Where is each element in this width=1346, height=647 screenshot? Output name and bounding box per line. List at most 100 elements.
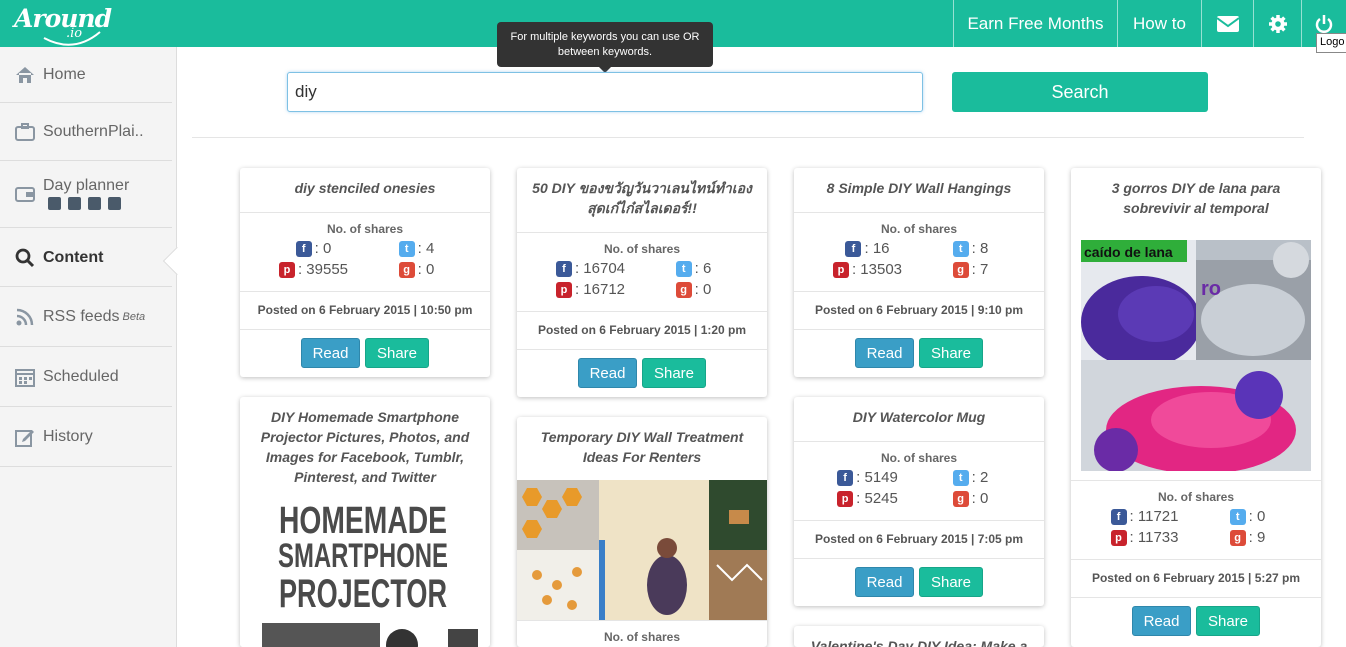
card-image[interactable] [517,480,767,620]
googleplus-icon: g [952,490,969,507]
facebook-icon[interactable] [48,197,61,210]
card-image[interactable]: HOMEMADE SMARTPHONE PROJECTOR [240,495,490,647]
share-button[interactable]: Share [365,338,429,368]
rss-icon [16,308,34,326]
read-button[interactable]: Read [1132,606,1191,636]
facebook-shares: f: 16704 [539,260,642,277]
content-card: 8 Simple DIY Wall Hangings No. of shares… [794,168,1044,377]
sidebar-item-label: SouthernPlai.. [43,123,144,140]
read-button[interactable]: Read [855,338,914,368]
gear-icon [1268,14,1287,33]
image-caption: SMARTPHONE [278,537,448,575]
card-title[interactable]: 8 Simple DIY Wall Hangings [794,168,1044,212]
twitter-icon[interactable] [68,197,81,210]
googleplus-shares: g: 7 [919,261,1022,278]
beta-badge: Beta [122,311,146,323]
card-title[interactable]: 50 DIY ของขวัญวันวาเลนไทน์ทำเอง สุดเก๋ไก… [517,168,767,232]
logo[interactable]: Around .io [14,2,112,46]
sidebar-item-label: Day planner [43,177,130,194]
edit-icon [15,430,34,447]
posted-date: Posted on 6 February 2015 | 7:05 pm [794,520,1044,558]
how-to-link[interactable]: How to [1117,0,1201,47]
search-button[interactable]: Search [952,72,1208,112]
sidebar-item-account[interactable]: SouthernPlai.. [0,104,172,161]
twitter-shares: t: 2 [919,469,1022,486]
card-title[interactable]: diy stenciled onesies [240,168,490,212]
facebook-icon: f [837,469,854,486]
share-stats: No. of shares f: 16704 t: 6 p: 16712 g: … [517,232,767,311]
content-card: Temporary DIY Wall Treatment Ideas For R… [517,417,767,647]
read-button[interactable]: Read [855,567,914,597]
image-caption: HOMEMADE [279,500,447,542]
messages-button[interactable] [1201,0,1253,47]
shares-label: No. of shares [880,222,958,236]
shares-label: No. of shares [880,451,958,465]
googleplus-icon: g [675,281,692,298]
sidebar: Home SouthernPlai.. Day planner Content … [0,47,177,647]
sidebar-item-day-planner[interactable]: Day planner [0,162,172,228]
share-stats: No. of shares [517,620,767,647]
sidebar-item-content[interactable]: Content [0,229,172,287]
googleplus-shares: g: 0 [919,490,1022,507]
home-icon [16,66,34,83]
googleplus-icon: g [952,261,969,278]
posted-date: Posted on 6 February 2015 | 1:20 pm [517,311,767,349]
twitter-shares: t: 6 [642,260,745,277]
shares-label: No. of shares [603,630,681,644]
tumblr-icon[interactable] [108,197,121,210]
facebook-icon: f [845,240,862,257]
pinterest-shares: p: 11733 [1093,529,1196,546]
facebook-shares: f: 5149 [816,469,919,486]
content-card: DIY Watercolor Mug No. of shares f: 5149… [794,397,1044,606]
earn-free-months-link[interactable]: Earn Free Months [953,0,1117,47]
pinterest-shares: p: 39555 [262,261,365,278]
share-button[interactable]: Share [642,358,706,388]
read-button[interactable]: Read [578,358,637,388]
googleplus-icon: g [1229,529,1246,546]
sidebar-item-history[interactable]: History [0,408,172,467]
search-icon [15,248,35,267]
share-button[interactable]: Share [919,338,983,368]
card-title[interactable]: Valentine's Day DIY Idea: Make a [794,626,1044,647]
share-button[interactable]: Share [1196,606,1260,636]
sidebar-item-label: RSS feeds [43,308,120,325]
card-title[interactable]: DIY Watercolor Mug [794,397,1044,441]
twitter-shares: t: 0 [1196,508,1299,525]
share-stats: No. of shares f: 0 t: 4 p: 39555 g: 0 [240,212,490,291]
twitter-icon: t [1229,508,1246,525]
shares-label: No. of shares [603,242,681,256]
card-title[interactable]: DIY Homemade Smartphone Projector Pictur… [240,397,490,495]
search-tooltip: For multiple keywords you can use OR bet… [497,22,713,73]
content-card: Valentine's Day DIY Idea: Make a [794,626,1044,647]
facebook-icon: f [1110,508,1127,525]
twitter-icon: t [952,240,969,257]
settings-button[interactable] [1253,0,1301,47]
facebook-icon: f [555,260,572,277]
card-title[interactable]: Temporary DIY Wall Treatment Ideas For R… [517,417,767,480]
card-title[interactable]: 3 gorros DIY de lana para sobrevivir al … [1071,168,1321,232]
logout-tooltip: Logo [1316,33,1346,53]
envelope-icon [1216,15,1239,32]
posted-date: Posted on 6 February 2015 | 9:10 pm [794,291,1044,329]
calendar-icon [15,369,35,387]
pinterest-icon: p [1110,529,1127,546]
power-icon [1315,14,1333,33]
sidebar-item-rss-feeds[interactable]: RSS feeds Beta [0,288,172,347]
content-card: 50 DIY ของขวัญวันวาเลนไทน์ทำเอง สุดเก๋ไก… [517,168,767,397]
pinterest-shares: p: 16712 [539,281,642,298]
facebook-icon: f [295,240,312,257]
pinterest-icon[interactable] [88,197,101,210]
share-stats: No. of shares f: 16 t: 8 p: 13503 g: 7 [794,212,1044,291]
sidebar-item-scheduled[interactable]: Scheduled [0,348,172,407]
briefcase-icon [15,123,35,141]
twitter-shares: t: 8 [919,240,1022,257]
read-button[interactable]: Read [301,338,360,368]
wallet-icon [15,187,35,202]
facebook-shares: f: 0 [262,240,365,257]
search-input[interactable] [287,72,923,112]
shares-label: No. of shares [326,222,404,236]
sidebar-item-home[interactable]: Home [0,47,172,103]
share-button[interactable]: Share [919,567,983,597]
card-image[interactable]: caído de lana ro [1071,232,1321,480]
content-card: diy stenciled onesies No. of shares f: 0… [240,168,490,377]
